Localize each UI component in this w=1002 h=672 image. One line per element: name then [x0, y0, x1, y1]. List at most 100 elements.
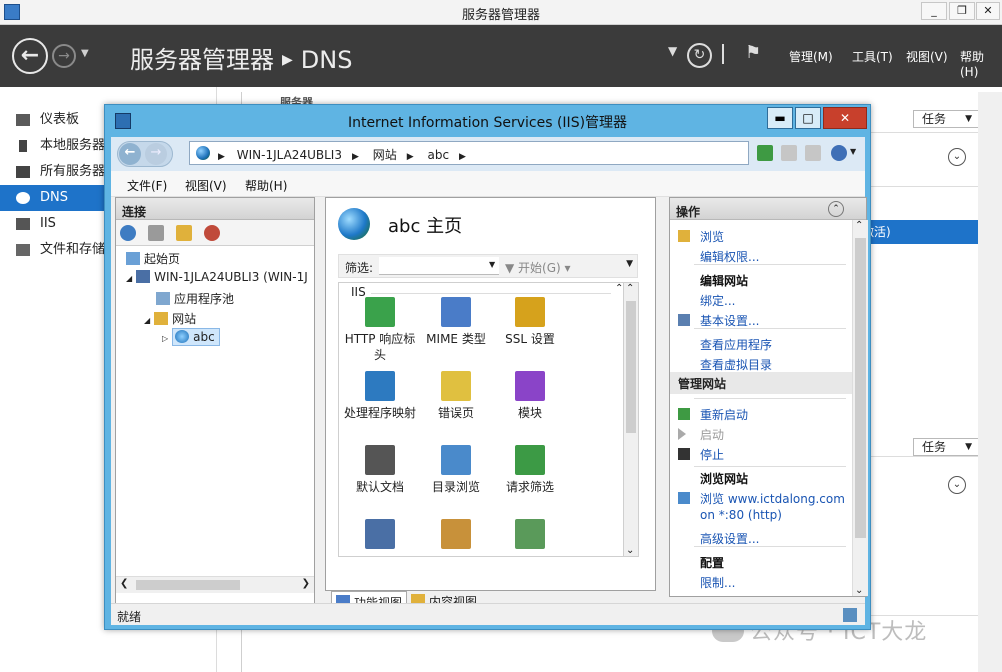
dashboard-icon [16, 114, 30, 126]
menu-view[interactable]: 视图(V) [906, 48, 948, 65]
filter-options-icon[interactable]: ▼ [626, 259, 633, 269]
stop-icon[interactable] [781, 145, 797, 161]
feature-directory-browsing[interactable]: 目录浏览 [417, 445, 495, 495]
feature-handler-mappings[interactable]: 处理程序映射 [341, 371, 419, 421]
refresh-dropdown-icon[interactable]: ▼ [668, 44, 677, 58]
main-scrollbar[interactable] [978, 92, 1002, 672]
scroll-up-icon: ⌃ [855, 220, 864, 231]
sidebar-item-label: 所有服务器 [40, 164, 106, 179]
actions-heading: 浏览网站 [700, 472, 749, 486]
sidebar-item-label: DNS [40, 190, 68, 205]
collapse-chevron-icon[interactable]: ⌄ [948, 148, 966, 166]
action-link-14[interactable]: 高级设置... [700, 530, 759, 547]
scroll-up-icon: ⌃ [626, 283, 635, 294]
scroll-down-icon: ⌄ [855, 585, 864, 596]
feature-mime-types[interactable]: MIME 类型 [417, 297, 495, 347]
collapse-section-icon[interactable]: ⌃ [828, 201, 844, 217]
tasks-dropdown-button[interactable]: 任务 ▼ [913, 110, 979, 128]
maximize-button[interactable]: ❐ [949, 2, 975, 20]
connect-icon[interactable] [120, 225, 136, 241]
forward-arrow-icon[interactable]: → [145, 143, 167, 165]
address-separator-icon: ▶ [218, 152, 225, 162]
help-dropdown-icon[interactable]: ▼ [850, 147, 856, 156]
action-link-8[interactable]: 重新启动 [700, 406, 748, 423]
collapse-chevron-icon[interactable]: ⌄ [948, 476, 966, 494]
feature-http-headers[interactable]: HTTP 响应标头 [341, 297, 419, 363]
back-arrow-icon[interactable]: ← [119, 143, 141, 165]
tree-item-start-page[interactable]: 起始页 [126, 250, 180, 267]
action-link-16[interactable]: 限制... [700, 574, 735, 591]
connections-hscrollbar[interactable]: ❮ ❯ [116, 576, 314, 593]
iis-icon [16, 218, 30, 230]
tasks-dropdown-button-2[interactable]: 任务 ▼ [913, 438, 979, 456]
action-link-6[interactable]: 查看虚拟目录 [700, 356, 772, 373]
feature-ssl-lock[interactable]: SSL 设置 [491, 297, 569, 347]
handler-mappings-icon [365, 371, 395, 401]
action-link-4[interactable]: 基本设置... [700, 312, 759, 329]
menu-view[interactable]: 视图(V) [185, 177, 227, 194]
network-status-icon [843, 608, 857, 622]
actions-vscrollbar[interactable]: ⌃ ⌄ [852, 220, 868, 596]
server-manager-titlebar: 服务器管理器 _ ❐ ✕ [0, 0, 1002, 25]
feature-modules[interactable]: 模块 [491, 371, 569, 421]
action-link-10[interactable]: 停止 [700, 446, 724, 463]
address-bar[interactable]: ▶ WIN-1JLA24UBLI3 ▶ 网站 ▶ abc ▶ [189, 141, 749, 165]
tree-item-abc[interactable]: ▷ abc [162, 328, 220, 346]
back-arrow-icon[interactable]: ← [12, 38, 48, 74]
menu-file[interactable]: 文件(F) [127, 177, 167, 194]
feature-request-filtering[interactable]: 请求筛选 [491, 445, 569, 495]
history-dropdown-icon[interactable]: ▼ [81, 48, 89, 59]
tree-item-sites[interactable]: ◢ 网站 [144, 310, 196, 327]
action-link-9[interactable]: 启动 [700, 426, 724, 443]
selected-server-row[interactable]: 激活) [860, 220, 978, 244]
sidebar-item-label: 仪表板 [40, 112, 80, 127]
features-pane: abc 主页 筛选: ▼ ▼ 开始(G) ▾ ▼ IIS ⌃ HTTP 响应标头… [325, 197, 656, 615]
features-vscrollbar[interactable]: ⌃ ⌄ [623, 282, 639, 557]
menu-help[interactable]: 帮助(H) [245, 177, 287, 194]
filter-input[interactable] [379, 257, 499, 275]
iis-maximize-button[interactable]: □ [795, 107, 821, 129]
refresh-icon[interactable] [757, 145, 773, 161]
action-link-13[interactable]: on *:80 (http) [700, 508, 782, 522]
action-link-1[interactable]: 编辑权限... [700, 248, 759, 265]
home-icon[interactable] [805, 145, 821, 161]
breadcrumb-root[interactable]: 服务器管理器 [130, 46, 274, 74]
menu-help[interactable]: 帮助(H) [960, 48, 1002, 79]
feature-error-pages[interactable]: 错误页 [417, 371, 495, 421]
refresh-icon[interactable]: ↻ [687, 43, 712, 68]
notifications-flag-icon[interactable]: ⚑ [745, 42, 761, 63]
disconnect-icon[interactable] [204, 225, 220, 241]
feature-logging[interactable] [341, 519, 419, 553]
action-link-3[interactable]: 绑定... [700, 292, 735, 309]
address-segment-server[interactable]: WIN-1JLA24UBLI3 [237, 148, 342, 162]
feature-default-document[interactable]: 默认文档 [341, 445, 419, 495]
save-icon[interactable] [148, 225, 164, 241]
help-icon[interactable] [831, 145, 847, 161]
filter-dropdown-icon[interactable]: ▼ [489, 260, 495, 269]
actions-section-manage-site[interactable]: 管理网站 [670, 372, 852, 394]
forward-arrow-icon[interactable]: → [52, 44, 76, 68]
address-segment-sites[interactable]: 网站 [373, 148, 397, 162]
start-filter-button[interactable]: ▼ 开始(G) ▾ [505, 259, 571, 276]
feature-output-caching[interactable] [491, 519, 569, 553]
up-folder-icon[interactable] [176, 225, 192, 241]
address-segment-site[interactable]: abc [427, 148, 449, 162]
action-link-5[interactable]: 查看应用程序 [700, 336, 772, 353]
logging-icon [365, 519, 395, 549]
servers-icon [16, 166, 30, 178]
action-link-0[interactable]: 浏览 [700, 228, 724, 245]
minimize-button[interactable]: _ [921, 2, 947, 20]
close-button[interactable]: ✕ [976, 2, 1000, 20]
collapse-arrow-icon: ▷ [162, 334, 169, 343]
iis-minimize-button[interactable]: ▬ [767, 107, 793, 129]
feature-authentication[interactable] [417, 519, 495, 553]
feature-label: 模块 [517, 406, 542, 420]
server-icon [19, 140, 27, 152]
tree-item-server[interactable]: ◢ WIN-1JLA24UBLI3 (WIN-1J [126, 270, 308, 284]
menu-manage[interactable]: 管理(M) [789, 48, 833, 65]
menu-tools[interactable]: 工具(T) [852, 48, 893, 65]
settings-icon [678, 314, 690, 326]
tree-item-app-pools[interactable]: 应用程序池 [156, 290, 234, 307]
iis-close-button[interactable]: ✕ [823, 107, 867, 129]
action-link-12[interactable]: 浏览 www.ictdalong.com [700, 490, 845, 507]
